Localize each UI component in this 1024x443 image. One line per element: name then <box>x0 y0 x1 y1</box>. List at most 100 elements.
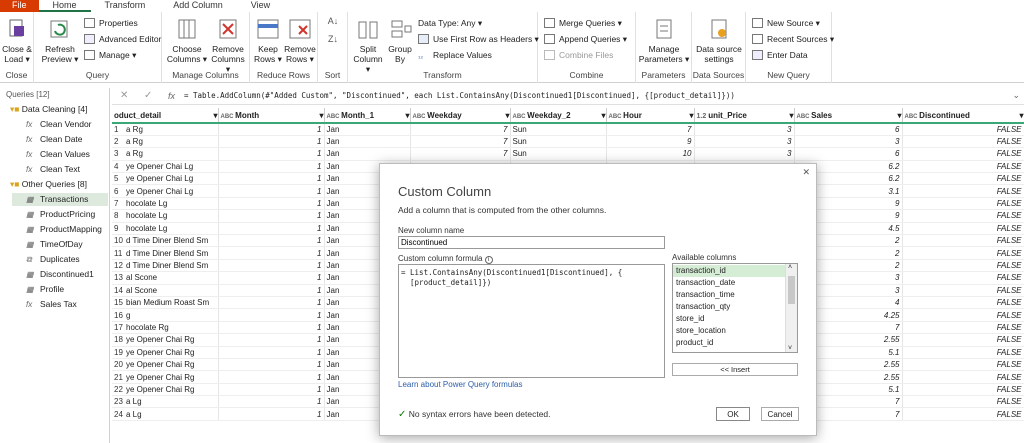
ok-button[interactable]: OK <box>716 407 750 421</box>
discontinued-cell[interactable]: FALSE <box>902 346 1024 359</box>
month-cell[interactable]: 1 <box>218 160 325 174</box>
product-detail-cell[interactable]: 23 a Lg <box>112 395 219 409</box>
query-item[interactable]: ▦ ProductPricing <box>26 208 95 221</box>
discontinued-cell[interactable]: FALSE <box>902 271 1024 285</box>
close-load-button[interactable]: Close & Load ▾ <box>2 18 32 64</box>
refresh-preview-button[interactable]: Refresh Preview ▾ <box>38 18 82 64</box>
append-queries-button[interactable]: Append Queries ▾ <box>544 32 627 46</box>
query-item[interactable]: fx Sales Tax <box>26 298 77 311</box>
month-1-cell[interactable]: Jan <box>324 123 411 136</box>
product-detail-cell[interactable]: 10 d Time Diner Blend Sm <box>112 234 219 248</box>
query-item[interactable]: ▦ ProductMapping <box>26 223 102 236</box>
discontinued-cell[interactable]: FALSE <box>902 370 1024 384</box>
available-column-item[interactable]: transaction_id <box>673 265 785 277</box>
discontinued-cell[interactable]: FALSE <box>902 321 1024 335</box>
discontinued-cell[interactable]: FALSE <box>902 246 1024 260</box>
month-1-cell[interactable]: Jan <box>324 147 411 161</box>
month-cell[interactable]: 1 <box>218 197 325 211</box>
manage-button[interactable]: Manage ▾ <box>84 48 136 62</box>
replace-values-button[interactable]: ₁₂ Replace Values <box>418 48 492 62</box>
formula-editor[interactable]: = List.ContainsAny(Discontinued1[Discont… <box>398 264 665 378</box>
month-cell[interactable]: 1 <box>218 395 325 409</box>
discontinued-cell[interactable]: FALSE <box>902 259 1024 273</box>
weekday-2-cell[interactable]: Sun <box>510 147 607 161</box>
keep-rows-button[interactable]: Keep Rows ▾ <box>252 18 284 64</box>
available-column-item[interactable]: product_id <box>673 337 713 349</box>
filter-dropdown-icon[interactable]: ▾ <box>789 111 793 120</box>
sales-cell[interactable]: 3 <box>794 135 903 149</box>
weekday-cell[interactable]: 7 <box>410 135 511 149</box>
month-cell[interactable]: 1 <box>218 407 325 421</box>
product-detail-cell[interactable]: 3a Rg <box>112 147 219 161</box>
month-cell[interactable]: 1 <box>218 259 325 273</box>
hour-cell[interactable]: 7 <box>606 123 695 136</box>
query-item[interactable]: ▦ Profile <box>26 283 64 296</box>
unit-price-cell[interactable]: 3 <box>694 135 795 149</box>
month-cell[interactable]: 1 <box>218 209 325 223</box>
discontinued-cell[interactable]: FALSE <box>902 383 1024 397</box>
filter-dropdown-icon[interactable]: ▾ <box>1019 111 1023 120</box>
split-column-button[interactable]: Split Column ▾ <box>352 18 384 74</box>
tab-transform[interactable]: Transform <box>91 0 160 12</box>
remove-columns-button[interactable]: Remove Columns ▾ <box>208 18 248 74</box>
available-column-item[interactable]: store_location <box>673 325 726 337</box>
column-header-sales[interactable]: ABC Sales ▾ <box>794 108 903 124</box>
tab-view[interactable]: View <box>237 0 284 12</box>
product-detail-cell[interactable]: 6 ye Opener Chai Lg <box>112 184 219 198</box>
discontinued-cell[interactable]: FALSE <box>902 333 1024 347</box>
discontinued-cell[interactable]: FALSE <box>902 160 1024 174</box>
month-cell[interactable]: 1 <box>218 234 325 248</box>
discontinued-cell[interactable]: FALSE <box>902 123 1024 136</box>
cancel-button[interactable]: Cancel <box>761 407 799 421</box>
product-detail-cell[interactable]: 11 d Time Diner Blend Sm <box>112 246 219 260</box>
discontinued-cell[interactable]: FALSE <box>902 147 1024 161</box>
unit-price-cell[interactable]: 3 <box>694 147 795 161</box>
available-column-item[interactable]: transaction_date <box>673 277 735 289</box>
query-item[interactable]: fx Clean Values <box>26 148 90 161</box>
month-cell[interactable]: 1 <box>218 346 325 359</box>
folder-other-queries[interactable]: ▾■ Other Queries [8] <box>10 178 87 191</box>
column-header-discontinued[interactable]: ABC Discontinued ▾ <box>902 108 1024 124</box>
data-type-dropdown[interactable]: Data Type: Any ▾ <box>418 16 482 30</box>
available-column-item[interactable]: store_id <box>673 313 704 325</box>
discontinued-cell[interactable]: FALSE <box>902 407 1024 421</box>
month-cell[interactable]: 1 <box>218 370 325 384</box>
sales-cell[interactable]: 6 <box>794 123 903 136</box>
merge-queries-button[interactable]: Merge Queries ▾ <box>544 16 622 30</box>
month-cell[interactable]: 1 <box>218 172 325 186</box>
sort-descending-button[interactable]: Z↓ <box>326 34 340 44</box>
month-cell[interactable]: 1 <box>218 333 325 347</box>
product-detail-cell[interactable]: 19 ye Opener Chai Rg <box>112 346 219 359</box>
insert-button[interactable]: << Insert <box>672 363 798 376</box>
new-column-name-input[interactable] <box>398 236 665 249</box>
column-header-month[interactable]: ABC Month ▾ <box>218 108 325 124</box>
product-detail-cell[interactable]: 14 al Scone <box>112 284 219 297</box>
product-detail-cell[interactable]: 2a Rg <box>112 135 219 149</box>
scrollbar-thumb[interactable] <box>788 276 795 304</box>
filter-dropdown-icon[interactable]: ▾ <box>897 111 901 120</box>
hour-cell[interactable]: 9 <box>606 135 695 149</box>
discontinued-cell[interactable]: FALSE <box>902 358 1024 372</box>
month-cell[interactable]: 1 <box>218 135 325 149</box>
product-detail-cell[interactable]: 8 hocolate Lg <box>112 209 219 223</box>
product-detail-cell[interactable]: 9 hocolate Lg <box>112 222 219 236</box>
column-header-weekday[interactable]: ABC Weekday ▾ <box>410 108 511 124</box>
close-icon[interactable]: ✕ <box>120 90 128 101</box>
product-detail-cell[interactable]: 15 bian Medium Roast Sm <box>112 296 219 310</box>
product-detail-cell[interactable]: 22 ye Opener Chai Rg <box>112 383 219 397</box>
query-item[interactable]: ⧉ Duplicates <box>26 253 80 266</box>
check-icon[interactable]: ✓ <box>144 90 152 101</box>
product-detail-cell[interactable]: 13 al Scone <box>112 271 219 285</box>
available-columns-scrollbar[interactable]: ˄ ˅ <box>785 264 797 352</box>
product-detail-cell[interactable]: 12 d Time Diner Blend Sm <box>112 259 219 273</box>
recent-sources-button[interactable]: Recent Sources ▾ <box>752 32 834 46</box>
product-detail-cell[interactable]: 16 g <box>112 308 219 322</box>
column-header-unit-price[interactable]: 1.2 unit_Price ▾ <box>694 108 795 124</box>
filter-dropdown-icon[interactable]: ▾ <box>213 111 217 120</box>
chevron-down-icon[interactable]: ˅ <box>788 345 792 352</box>
discontinued-cell[interactable]: FALSE <box>902 197 1024 211</box>
unit-price-cell[interactable]: 3 <box>694 123 795 136</box>
product-detail-cell[interactable]: 18 ye Opener Chai Rg <box>112 333 219 347</box>
info-icon[interactable]: i <box>484 256 493 264</box>
month-cell[interactable]: 1 <box>218 284 325 297</box>
